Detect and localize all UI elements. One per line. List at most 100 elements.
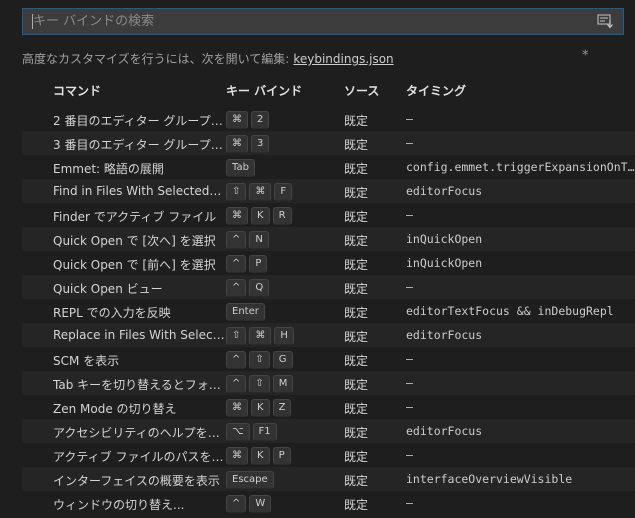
when-clause: — — [406, 136, 413, 150]
when-clause: inQuickOpen — [406, 232, 483, 246]
table-row[interactable]: ウィンドウの切り替え... ^ W 既定 — — [22, 491, 635, 515]
text-caret — [32, 14, 33, 29]
when-clause: editorFocus — [406, 424, 483, 438]
keybindings-json-link[interactable]: keybindings.json — [293, 52, 393, 66]
key-cap: Enter — [226, 303, 265, 321]
key-cap: 3 — [251, 135, 270, 153]
command-label: REPL での入力を反映 — [53, 306, 171, 320]
key-cap: ^ — [226, 351, 247, 369]
command-label: SCM を表示 — [53, 354, 120, 368]
key-cap: ^ — [226, 495, 247, 513]
table-row[interactable]: Find in Files With Selected Text ⇧ ⌘ F 既定 edi… — [22, 179, 635, 203]
table-row[interactable]: Zen Mode の切り替え ⌘ K Z 既定 — — [22, 395, 635, 419]
source-label: 既定 — [344, 378, 369, 392]
key-cap: ⇧ — [249, 351, 270, 369]
keybinding-keys: ^ W — [226, 495, 274, 513]
source-label: 既定 — [344, 498, 369, 512]
key-cap: 2 — [251, 111, 270, 129]
source-label: 既定 — [344, 402, 369, 416]
keybinding-keys: ^ ⇧ M — [226, 375, 296, 393]
source-label: 既定 — [344, 306, 369, 320]
key-cap: K — [251, 207, 270, 225]
table-row[interactable]: Replace in Files With Selected Text⇧⌘H 既定… — [22, 323, 635, 347]
customization-hint: 高度なカスタマイズを行うには、次を開いて編集: keybindings.json — [22, 50, 394, 67]
key-cap: ⌘ — [226, 135, 248, 153]
key-cap: H — [274, 327, 294, 345]
key-cap: G — [272, 351, 293, 369]
when-clause: — — [406, 376, 413, 390]
key-cap: Q — [249, 279, 270, 297]
keybinding-keys: ⌘ K R — [226, 207, 295, 225]
when-clause: — — [406, 400, 413, 414]
source-label: 既定 — [344, 210, 369, 224]
table-row[interactable]: Quick Open で [前へ] を選択 ^ P 既定 inQuickOpen — [22, 251, 635, 275]
source-label: 既定 — [344, 186, 369, 200]
key-cap: ⌘ — [249, 183, 272, 201]
table-row[interactable]: インターフェイスの概要を表示 Escape 既定 interfaceOverviewV… — [22, 467, 635, 491]
command-label: Emmet: 略語の展開 — [53, 162, 164, 176]
key-cap: F — [274, 183, 293, 201]
source-label: 既定 — [344, 162, 369, 176]
source-label: 既定 — [344, 426, 369, 440]
keybinding-keys: ^ ⇧ G — [226, 351, 296, 369]
source-label: 既定 — [344, 234, 369, 248]
sort-by-precedence-icon[interactable] — [597, 14, 615, 29]
keybindings-table: 2 番目のエディター グループ… ⌘ 2 既定 —3 番目のエディター グループ… ⌘ 3 既… — [22, 107, 635, 515]
keybinding-keys: ⌘ 2 — [226, 111, 272, 129]
key-cap: ^ — [226, 279, 247, 297]
key-cap: P — [272, 447, 291, 465]
key-cap: ⌘ — [226, 447, 248, 465]
command-label: Zen Mode の切り替え — [53, 402, 177, 416]
command-label: 3 番目のエディター グループ… — [53, 138, 223, 152]
table-row[interactable]: Quick Open で [次へ] を選択 ^ N 既定 inQuickOpen — [22, 227, 635, 251]
command-label: Find in Files With Selected Text — [53, 184, 225, 198]
when-clause: inQuickOpen — [406, 256, 483, 270]
table-row[interactable]: SCM を表示 ^ ⇧ G 既定 — — [22, 347, 635, 371]
sparkle-icon: ⁎ — [582, 44, 589, 59]
table-row[interactable]: REPL での入力を反映 Enter 既定 editorTextFocus && in… — [22, 299, 635, 323]
keybinding-keys: Tab — [226, 159, 258, 177]
table-row[interactable]: Tab キーを切り替えるとフォーカス移動^⇧M 既定 — — [22, 371, 635, 395]
keybinding-keys: ⌥ F1 — [226, 423, 280, 441]
key-cap: ^ — [226, 255, 247, 273]
table-row[interactable]: アクセシビリティのヘルプを表示 ⌥ F1 既定 editorFocus — [22, 419, 635, 443]
key-cap: ⌘ — [226, 207, 248, 225]
table-row[interactable]: Quick Open ビュー ^ Q 既定 — — [22, 275, 635, 299]
key-cap: Tab — [226, 159, 255, 177]
command-label: Tab キーを切り替えるとフォーカス移動 — [53, 378, 225, 392]
key-cap: ⇧ — [226, 327, 247, 345]
when-clause: — — [406, 448, 413, 462]
keybinding-keys: Escape — [226, 471, 277, 489]
key-cap: R — [272, 207, 292, 225]
keybinding-keys: ⌘ K P — [226, 447, 294, 465]
when-clause: — — [406, 496, 413, 510]
table-row[interactable]: 3 番目のエディター グループ… ⌘ 3 既定 — — [22, 131, 635, 155]
when-clause: — — [406, 112, 413, 126]
command-label: Quick Open で [前へ] を選択 — [53, 258, 216, 272]
command-label: アクセシビリティのヘルプを表示 — [53, 426, 225, 440]
table-row[interactable]: Finder でアクティブ ファイル ⌘ K R 既定 — — [22, 203, 635, 227]
source-label: 既定 — [344, 450, 369, 464]
keybinding-keys: ⌘ K Z — [226, 399, 294, 417]
keybinding-keys: Enter — [226, 303, 268, 321]
command-label: 2 番目のエディター グループ… — [53, 114, 223, 128]
key-cap: W — [249, 495, 272, 513]
table-row[interactable]: 2 番目のエディター グループ… ⌘ 2 既定 — — [22, 107, 635, 131]
command-label: Finder でアクティブ ファイル — [53, 210, 217, 224]
keybinding-search-box[interactable] — [22, 8, 624, 35]
key-cap: P — [249, 255, 268, 273]
when-clause: editorFocus — [406, 328, 483, 342]
key-cap: ⇧ — [249, 375, 270, 393]
command-label: Replace in Files With Selected Text — [53, 328, 225, 342]
table-row[interactable]: アクティブ ファイルのパスをコピー⌘KP 既定 — — [22, 443, 635, 467]
when-clause: editorFocus — [406, 184, 483, 198]
when-clause: interfaceOverviewVisible — [406, 472, 573, 486]
key-cap: K — [251, 447, 270, 465]
keybinding-search-input[interactable] — [23, 9, 593, 34]
key-cap: Escape — [226, 471, 274, 489]
when-clause: — — [406, 280, 413, 294]
table-header: コマンド キー バインド ソース タイミング — [22, 82, 635, 102]
table-row[interactable]: Emmet: 略語の展開 Tab 既定 config.emmet.triggerExp… — [22, 155, 635, 179]
key-cap: ⌘ — [226, 111, 248, 129]
key-cap: M — [272, 375, 294, 393]
